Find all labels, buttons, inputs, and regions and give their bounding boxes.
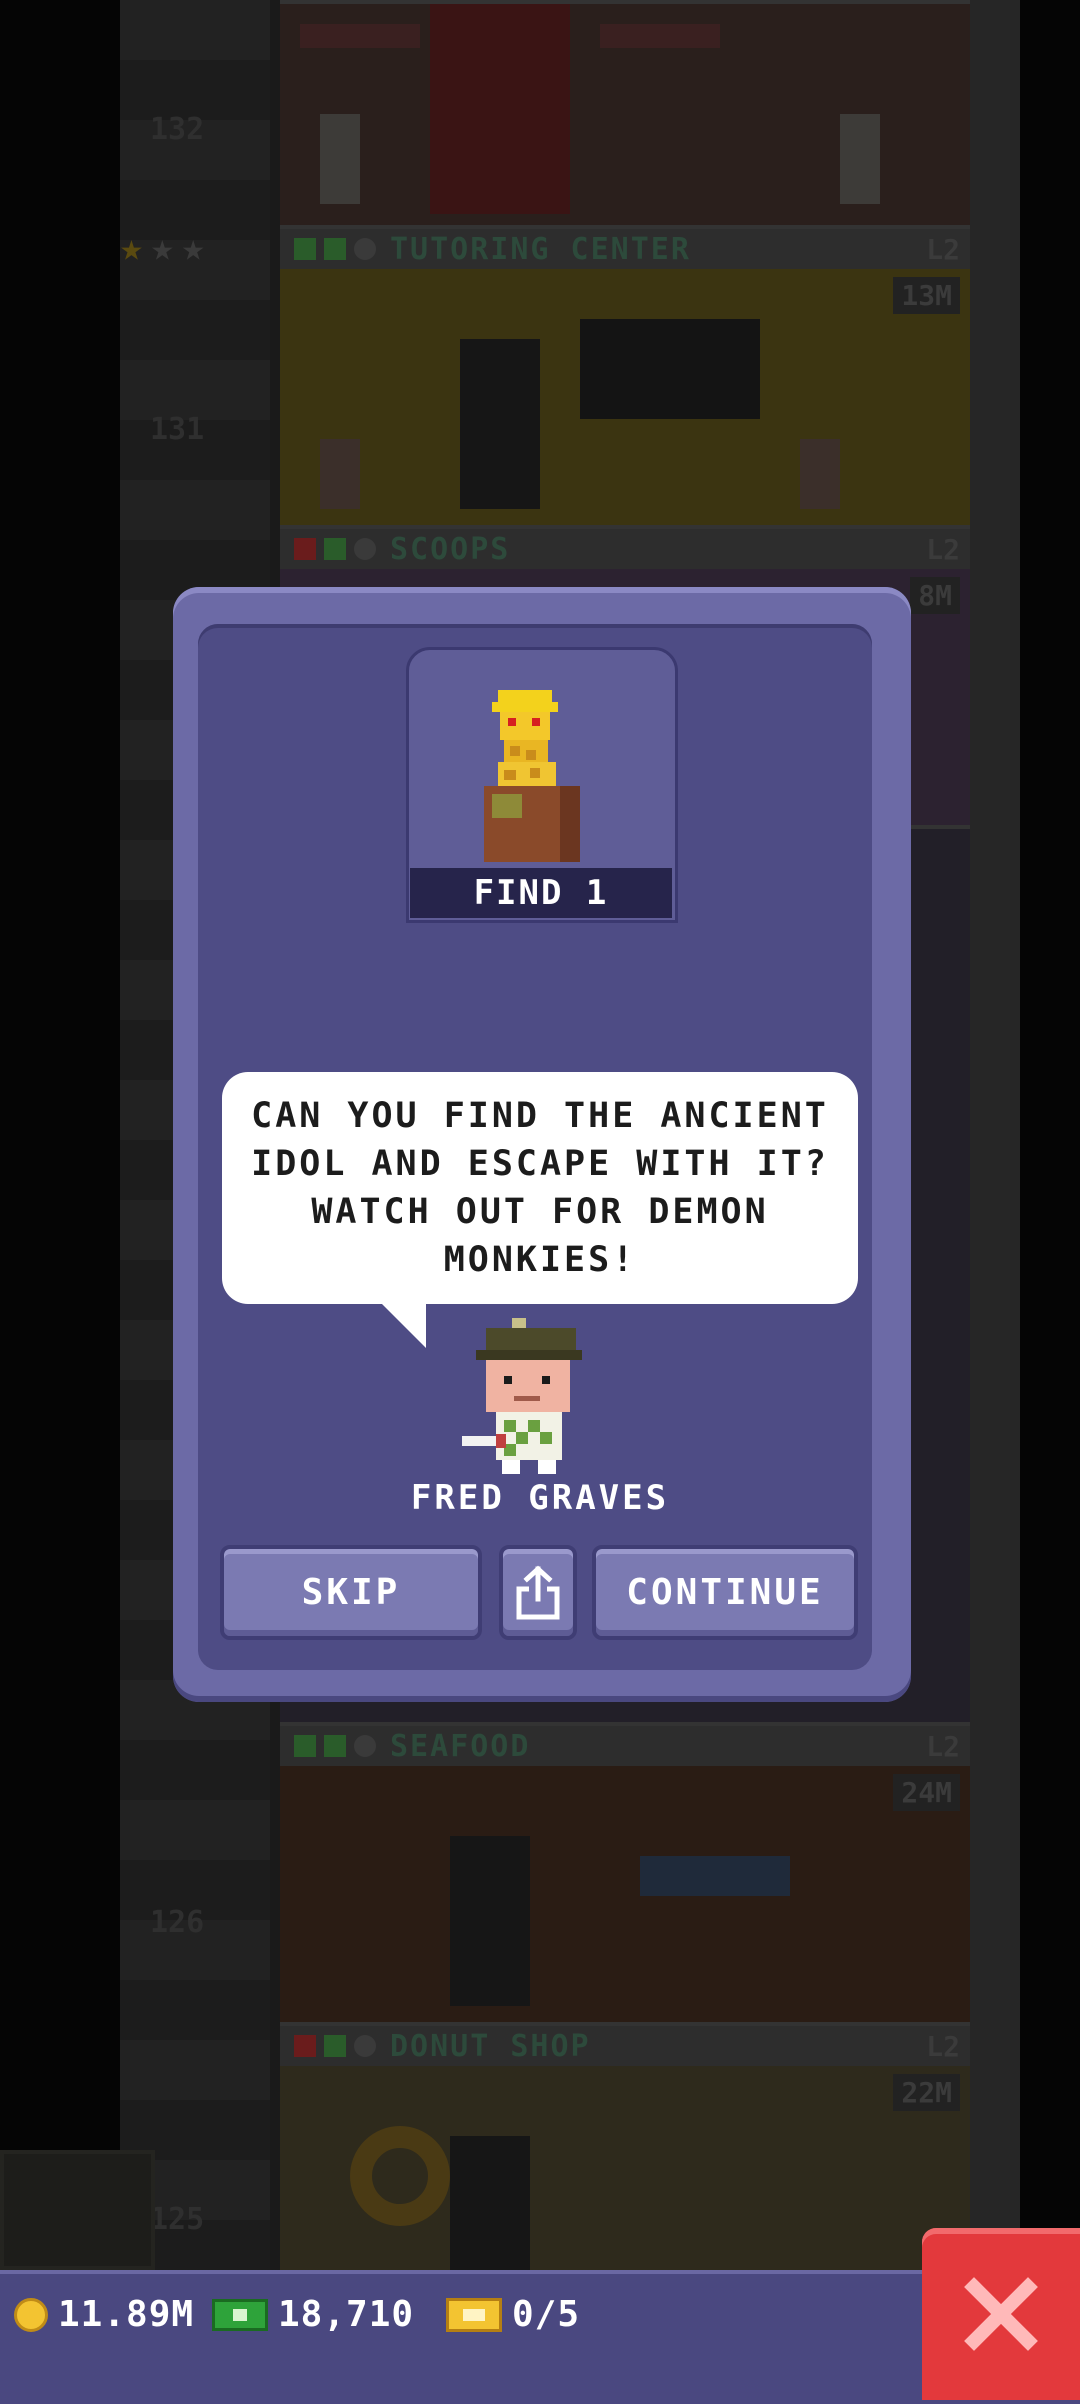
floor[interactable] <box>280 0 970 229</box>
coins-value: 11.89M <box>58 2294 195 2335</box>
floor-header: SCOOPS <box>280 529 970 569</box>
close-icon <box>964 2277 1038 2351</box>
share-button[interactable] <box>499 1545 577 1640</box>
check-icon <box>294 1735 316 1757</box>
bux-icon <box>212 2298 268 2331</box>
idol-icon <box>484 690 580 862</box>
clock-icon <box>354 1735 376 1757</box>
clock-icon <box>354 2035 376 2057</box>
ticket-icon <box>446 2297 502 2332</box>
floor-room <box>280 2066 970 2286</box>
floor-sign <box>600 24 720 48</box>
star-icon: ★ <box>181 225 205 269</box>
tickets-counter[interactable]: 0/5 <box>446 2294 580 2335</box>
speech-bubble: CAN YOU FIND THE ANCIENT IDOL AND ESCAPE… <box>222 1072 858 1304</box>
coin-icon <box>14 2297 48 2332</box>
coins-counter[interactable]: 11.89M <box>14 2294 194 2335</box>
chalkboard <box>580 319 760 419</box>
npc-name: FRED GRAVES <box>410 1478 670 1518</box>
floor-level: L2 <box>926 533 960 566</box>
floor-rating: ★ ★ ★ <box>120 228 205 266</box>
floor-name: DONUT SHOP <box>390 2028 591 2064</box>
floor-level: L2 <box>926 233 960 266</box>
floor-level: L2 <box>926 2030 960 2063</box>
floor-room <box>280 1766 970 2026</box>
floor-door <box>460 339 540 509</box>
share-icon <box>516 1565 560 1619</box>
status-bar <box>0 2270 1080 2404</box>
donut-decor <box>350 2126 450 2226</box>
elevator-car[interactable] <box>0 2150 155 2270</box>
bux-counter[interactable]: 18,710 <box>212 2294 414 2335</box>
x-icon <box>294 538 316 560</box>
floor-gate <box>430 4 570 214</box>
clock-icon <box>354 238 376 260</box>
bux-value: 18,710 <box>278 2294 415 2335</box>
floor-tutoring-center[interactable]: TUTORING CENTER L2 13M <box>280 225 970 529</box>
floor-value: 8M <box>910 577 960 614</box>
floor-name: SCOOPS <box>390 531 511 567</box>
clock-icon <box>354 538 376 560</box>
close-button[interactable] <box>922 2228 1080 2400</box>
speech-bubble-tail <box>378 1300 426 1348</box>
check-icon <box>324 238 346 260</box>
floor-room <box>280 269 970 529</box>
floor-worker <box>320 439 360 509</box>
floor-level: L2 <box>926 1730 960 1763</box>
floor-header: TUTORING CENTER <box>280 229 970 269</box>
check-icon <box>294 238 316 260</box>
continue-button[interactable]: CONTINUE <box>592 1545 858 1640</box>
floor-seafood[interactable]: SEAFOOD L2 24M <box>280 1722 970 2026</box>
floor-room <box>280 4 970 229</box>
check-icon <box>324 1735 346 1757</box>
floor-worker <box>320 114 360 204</box>
floor-name: SEAFOOD <box>390 1728 531 1764</box>
floor-number: 132 <box>150 112 205 147</box>
floor-sign <box>300 24 420 48</box>
tickets-value: 0/5 <box>512 2294 581 2335</box>
floor-donut-shop[interactable]: DONUT SHOP L2 22M <box>280 2022 970 2286</box>
floor-number: 131 <box>150 412 205 447</box>
mission-message: CAN YOU FIND THE ANCIENT IDOL AND ESCAPE… <box>251 1096 829 1280</box>
floor-header: DONUT SHOP <box>280 2026 970 2066</box>
skip-button-label: SKIP <box>301 1572 401 1613</box>
star-icon: ★ <box>120 225 143 269</box>
floor-worker <box>800 439 840 509</box>
skip-button[interactable]: SKIP <box>220 1545 482 1640</box>
floor-door <box>450 2136 530 2286</box>
floor-door <box>450 1836 530 2006</box>
marlin-decor <box>640 1856 790 1896</box>
mission-goal-label: FIND 1 <box>410 868 672 918</box>
floor-name: TUTORING CENTER <box>390 231 691 267</box>
floor-worker <box>840 114 880 204</box>
floor-number: 125 <box>150 2202 205 2237</box>
npc-avatar <box>462 1318 582 1474</box>
check-icon <box>324 2035 346 2057</box>
continue-button-label: CONTINUE <box>626 1572 824 1613</box>
check-icon <box>324 538 346 560</box>
floor-number: 126 <box>150 1905 205 1940</box>
star-icon: ★ <box>150 225 174 269</box>
x-icon <box>294 2035 316 2057</box>
floor-header: SEAFOOD <box>280 1726 970 1766</box>
